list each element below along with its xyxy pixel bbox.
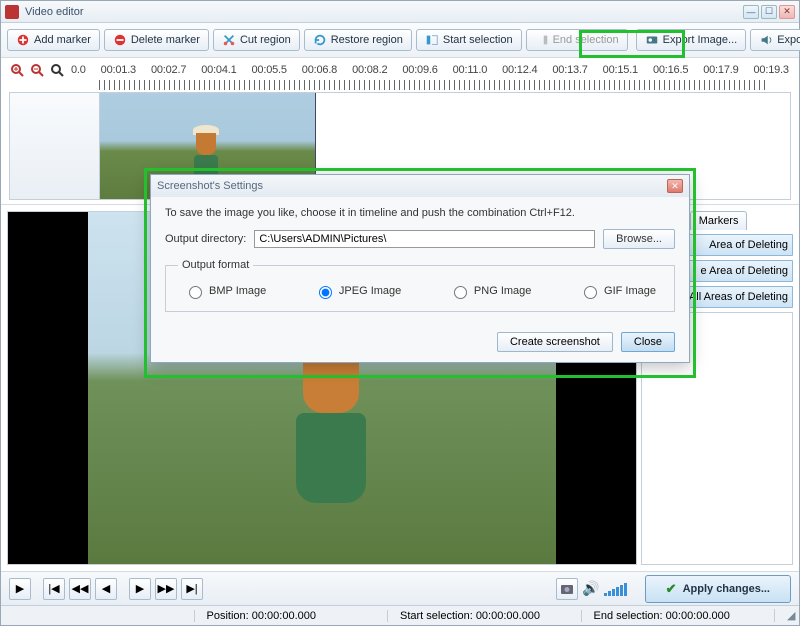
format-bmp[interactable]: BMP Image — [184, 283, 266, 299]
toolbar: Add marker Delete marker Cut region Rest… — [1, 23, 799, 58]
skip-end-button[interactable]: ▶| — [181, 578, 203, 600]
minimize-button[interactable]: — — [743, 5, 759, 19]
skip-start-button[interactable]: |◀ — [43, 578, 65, 600]
playback-controls: ▶ |◀ ◀◀ ◀ ▶ ▶▶ ▶| 🔊 ✔Apply changes... — [1, 571, 799, 605]
window-title: Video editor — [25, 6, 743, 18]
format-jpeg[interactable]: JPEG Image — [314, 283, 401, 299]
browse-button[interactable]: Browse... — [603, 229, 675, 249]
export-audio-button[interactable]: Export Audio... — [750, 29, 800, 51]
restore-region-button[interactable]: Restore region — [304, 29, 412, 51]
start-selection-button[interactable]: Start selection — [416, 29, 522, 51]
status-bar: Position: 00:00:00.000 Start selection: … — [1, 605, 799, 625]
dialog-title: Screenshot's Settings — [157, 180, 667, 192]
dialog-close-icon[interactable]: ✕ — [667, 179, 683, 193]
format-png[interactable]: PNG Image — [449, 283, 531, 299]
zoom-fit-icon[interactable] — [49, 62, 65, 78]
snapshot-button[interactable] — [556, 578, 578, 600]
format-gif[interactable]: GIF Image — [579, 283, 656, 299]
maximize-button[interactable]: ☐ — [761, 5, 777, 19]
output-format-legend: Output format — [178, 259, 253, 271]
speaker-icon[interactable]: 🔊 — [582, 580, 599, 597]
volume-slider[interactable] — [604, 582, 627, 596]
zoom-out-icon[interactable] — [29, 62, 45, 78]
end-selection-button: End selection — [526, 29, 628, 51]
dialog-hint: To save the image you like, choose it in… — [165, 207, 675, 219]
zoom-in-icon[interactable] — [9, 62, 25, 78]
status-start: Start selection: 00:00:00.000 — [387, 610, 581, 622]
output-format-group: Output format BMP Image JPEG Image PNG I… — [165, 259, 675, 312]
screenshot-settings-dialog: Screenshot's Settings ✕ To save the imag… — [150, 174, 690, 363]
step-forward-button[interactable]: ▶ — [129, 578, 151, 600]
play-button[interactable]: ▶ — [9, 578, 31, 600]
status-position: Position: 00:00:00.000 — [194, 610, 388, 622]
fast-forward-button[interactable]: ▶▶ — [155, 578, 177, 600]
add-marker-button[interactable]: Add marker — [7, 29, 100, 51]
status-end: End selection: 00:00:00.000 — [581, 610, 775, 622]
resize-grip-icon[interactable]: ◢ — [774, 609, 799, 622]
app-icon — [5, 5, 19, 19]
timeline-ruler[interactable] — [99, 80, 769, 90]
tab-markers[interactable]: Markers — [690, 211, 748, 230]
output-directory-input[interactable] — [254, 230, 595, 248]
close-button[interactable]: ✕ — [779, 5, 795, 19]
timeline-ticks: 0.000:01.300:02.700:04.100:05.500:06.800… — [69, 64, 791, 76]
output-directory-label: Output directory: — [165, 233, 246, 245]
delete-marker-button[interactable]: Delete marker — [104, 29, 209, 51]
export-image-button[interactable]: Export Image... — [636, 29, 747, 51]
timeline-gutter — [9, 92, 99, 200]
step-back-button[interactable]: ◀ — [95, 578, 117, 600]
titlebar: Video editor — ☐ ✕ — [1, 1, 799, 23]
apply-changes-button[interactable]: ✔Apply changes... — [645, 575, 791, 603]
dialog-close-button[interactable]: Close — [621, 332, 675, 352]
create-screenshot-button[interactable]: Create screenshot — [497, 332, 613, 352]
rewind-button[interactable]: ◀◀ — [69, 578, 91, 600]
cut-region-button[interactable]: Cut region — [213, 29, 300, 51]
